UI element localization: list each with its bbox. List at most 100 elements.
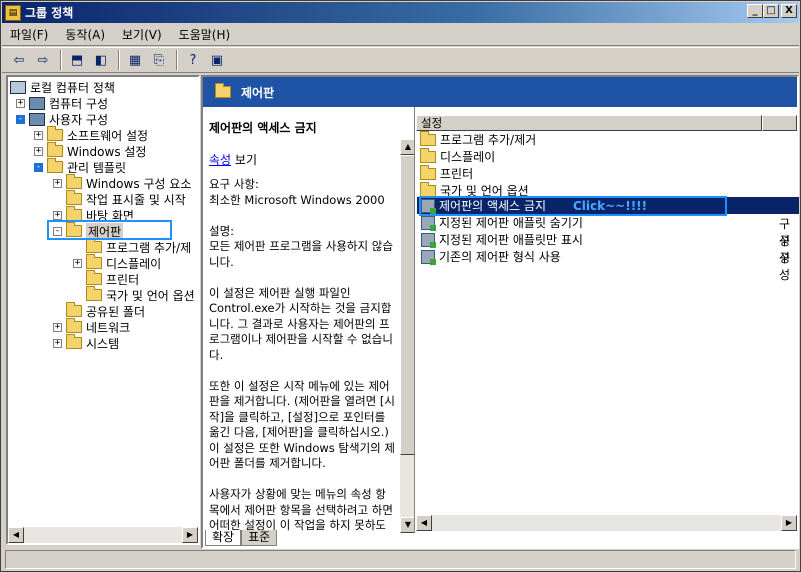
tree-item-network[interactable]: + 네트워크 [53, 318, 130, 335]
tree-item-user-config[interactable]: - 사용자 구성 [16, 111, 108, 127]
tree-item-label: Windows 설정 [67, 144, 147, 159]
tree-item-local-policy[interactable]: 로컬 컴퓨터 정책 [10, 79, 115, 95]
tree-item-regional-options[interactable]: 국가 및 언어 옵션 [86, 286, 195, 303]
minimize-button[interactable]: _ [747, 4, 763, 18]
tree-pane[interactable]: 로컬 컴퓨터 정책 + 컴퓨터 구성 - 사용자 구성 + 소프트웨어 설정 +… [6, 75, 200, 545]
tree-item-printers[interactable]: 프린터 [86, 270, 139, 287]
scroll-down-icon[interactable]: ▼ [400, 517, 414, 533]
policy-setting-icon [421, 232, 436, 248]
toolbar-separator [60, 50, 62, 70]
menu-view[interactable]: 보기(V) [122, 26, 162, 43]
tree-item-system[interactable]: + 시스템 [53, 334, 119, 351]
export-list-icon[interactable]: ⎘ [148, 50, 170, 70]
scroll-right-icon[interactable]: ▶ [781, 515, 797, 531]
expand-plus-icon[interactable]: + [53, 338, 62, 348]
tree-item-windows-settings[interactable]: + Windows 설정 [34, 142, 147, 159]
help-icon[interactable]: ? [182, 50, 204, 70]
annotation-box-tree [47, 220, 172, 240]
scroll-thumb[interactable] [400, 155, 414, 455]
properties-icon[interactable]: ▦ [124, 50, 146, 70]
menu-action[interactable]: 동작(A) [65, 26, 105, 43]
tab-extended[interactable]: 확장 [205, 530, 242, 546]
list-item[interactable]: 프린터 [420, 164, 474, 182]
menu-help[interactable]: 도움말(H) [179, 26, 231, 43]
toolbar-separator [118, 50, 120, 70]
tree-item-label: 국가 및 언어 옵션 [106, 288, 195, 303]
folder-icon [86, 254, 102, 269]
menu-file[interactable]: 파일(F) [10, 26, 48, 43]
expand-plus-icon[interactable]: + [73, 258, 82, 268]
properties-link[interactable]: 속성 [209, 153, 231, 167]
tree-item-windows-components[interactable]: + Windows 구성 요소 [53, 174, 192, 191]
tab-standard[interactable]: 표준 [241, 530, 278, 546]
description-title: 제어판의 액세스 금지 [209, 121, 317, 135]
description-vertical-scrollbar[interactable]: ▲ ▼ [400, 139, 414, 533]
folder-icon [47, 158, 63, 173]
tree-item-computer-config[interactable]: + 컴퓨터 구성 [16, 95, 108, 111]
list-item[interactable]: 디스플레이 [420, 147, 495, 165]
scroll-right-icon[interactable]: ▶ [182, 527, 198, 543]
tree-item-software-settings[interactable]: + 소프트웨어 설정 [34, 126, 148, 143]
description-body: 요구 사항: 최소한 Microsoft Windows 2000 설명: 모든… [209, 177, 395, 532]
collapse-minus-icon[interactable]: - [16, 114, 25, 124]
close-button[interactable]: X [781, 4, 797, 18]
tree-item-display[interactable]: + 디스플레이 [73, 254, 162, 271]
show-hide-tree-icon[interactable]: ◧ [90, 50, 112, 70]
tree-item-taskbar-start[interactable]: 작업 표시줄 및 시작 [66, 190, 186, 207]
folder-icon [420, 147, 436, 163]
back-icon[interactable]: ⇦ [8, 50, 30, 70]
tree-item-label: 컴퓨터 구성 [49, 96, 109, 111]
forward-icon[interactable]: ⇨ [32, 50, 54, 70]
annotation-box-list [419, 196, 727, 216]
policy-setting-icon [421, 249, 436, 265]
title-bar[interactable]: ▤ 그룹 정책 _ □ X [2, 2, 799, 23]
tree-item-admin-templates[interactable]: - 관리 템플릿 [34, 158, 126, 175]
column-state[interactable] [762, 115, 797, 131]
settings-list[interactable]: 설정 프로그램 추가/제거 디스플레이 프린터 국가 및 언어 옵션 [416, 113, 797, 533]
policy-setting-icon [421, 215, 436, 231]
tree-item-label: 디스플레이 [106, 256, 162, 271]
list-item-label: 지정된 제어판 애플릿 숨기기 [439, 216, 583, 230]
scroll-up-icon[interactable]: ▲ [400, 139, 414, 155]
list-horizontal-scrollbar[interactable]: ◀ ▶ [416, 515, 797, 531]
scroll-left-icon[interactable]: ◀ [8, 527, 24, 543]
view-icon[interactable]: ▣ [206, 50, 228, 70]
status-bar [5, 550, 796, 569]
folder-icon [420, 130, 436, 146]
tree-item-label: Windows 구성 요소 [86, 176, 192, 191]
tree-item-label: 로컬 컴퓨터 정책 [30, 80, 115, 95]
list-item-label: 지정된 제어판 애플릿만 표시 [439, 233, 583, 247]
list-item[interactable]: 프로그램 추가/제거 [420, 130, 537, 148]
expand-plus-icon[interactable]: + [34, 146, 43, 156]
expand-plus-icon[interactable]: + [53, 178, 62, 188]
group-policy-icon: ▤ [5, 4, 21, 21]
up-folder-icon[interactable]: ⬒ [66, 50, 88, 70]
scroll-left-icon[interactable]: ◀ [416, 515, 432, 531]
list-item[interactable]: 기존의 제어판 형식 사용 [421, 248, 561, 265]
column-setting[interactable]: 설정 [416, 115, 762, 131]
folder-icon [66, 302, 82, 317]
maximize-button[interactable]: □ [763, 4, 779, 18]
folder-icon [47, 142, 63, 157]
header-band: 제어판 [203, 77, 797, 107]
folder-icon [66, 174, 82, 189]
tree-item-shared-folders[interactable]: 공유된 폴더 [66, 302, 145, 319]
list-item[interactable]: 지정된 제어판 애플릿만 표시 [421, 231, 583, 248]
expand-plus-icon[interactable]: + [53, 210, 62, 220]
policy-icon [10, 80, 26, 94]
view-tabs: 확장 표준 [205, 530, 278, 547]
folder-icon [215, 83, 231, 98]
tree-item-add-remove-programs[interactable]: 프로그램 추가/제 [86, 238, 191, 255]
list-item-label: 프로그램 추가/제거 [440, 133, 537, 147]
folder-icon [420, 181, 436, 197]
folder-icon [86, 286, 102, 301]
tree-horizontal-scrollbar[interactable]: ◀ ▶ [8, 527, 198, 543]
list-item-label: 프린터 [440, 167, 474, 181]
list-item[interactable]: 지정된 제어판 애플릿 숨기기 [421, 214, 583, 231]
expand-plus-icon[interactable]: + [34, 130, 43, 140]
expand-plus-icon[interactable]: + [16, 98, 25, 108]
collapse-minus-icon[interactable]: - [34, 162, 43, 172]
expand-plus-icon[interactable]: + [53, 322, 62, 332]
list-column-header: 설정 [416, 115, 797, 131]
folder-icon [66, 190, 82, 205]
